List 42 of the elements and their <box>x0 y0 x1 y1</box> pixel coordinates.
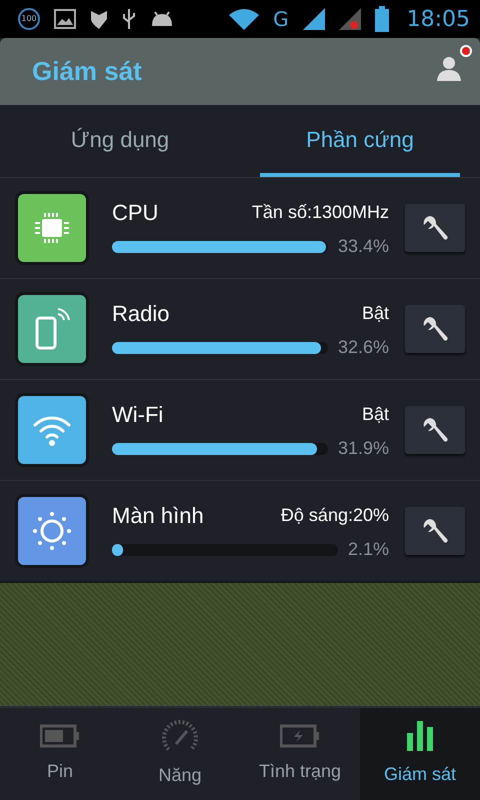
account-icon[interactable] <box>436 55 462 81</box>
usage-percent: 33.4% <box>338 235 389 258</box>
nav-tab[interactable]: Năng <box>120 708 240 800</box>
app-title: Giám sát <box>32 55 142 88</box>
usage-percent: 31.9% <box>338 437 389 460</box>
settings-button[interactable] <box>405 406 465 454</box>
cell-signal-icon <box>302 8 325 30</box>
wrench-icon <box>422 417 448 443</box>
battery-saver-icon: 100 <box>18 8 40 30</box>
shield-icon <box>90 9 108 29</box>
cell-signal-icon <box>338 8 361 30</box>
settings-button[interactable] <box>405 507 465 555</box>
item-status: Tần số:1300MHz <box>252 201 389 224</box>
item-name: CPU <box>112 199 158 227</box>
item-name: Radio <box>112 300 170 328</box>
image-icon <box>54 9 76 29</box>
usb-icon <box>122 8 136 30</box>
wrench-icon <box>422 215 448 241</box>
bar-chart-icon <box>407 720 433 750</box>
settings-button[interactable] <box>405 204 465 252</box>
item-status: Bật <box>362 302 389 325</box>
android-icon <box>150 10 174 28</box>
item-name: Wi-Fi <box>112 401 164 429</box>
battery-icon <box>374 6 389 32</box>
wifi-signal-icon <box>229 8 260 30</box>
settings-button[interactable] <box>405 305 465 353</box>
item-status: Bật <box>362 403 389 426</box>
nav-tab[interactable]: Tình trạng <box>240 708 360 800</box>
battery-icon <box>40 724 80 748</box>
tab[interactable]: Ứng dụng <box>20 105 220 177</box>
nav-tab[interactable]: Pin <box>0 708 120 800</box>
item-name: Màn hình <box>112 502 204 530</box>
item-status: Độ sáng:20% <box>280 504 389 527</box>
wrench-icon <box>422 316 448 342</box>
usage-percent: 32.6% <box>338 336 389 359</box>
nav-tab[interactable]: Giám sát <box>360 708 480 800</box>
usage-percent: 2.1% <box>348 538 389 561</box>
charging-battery-icon <box>280 724 320 748</box>
network-type: G <box>273 6 289 33</box>
clock: 18:05 <box>406 6 470 34</box>
speedometer-icon <box>160 720 200 752</box>
wrench-icon <box>422 518 448 544</box>
